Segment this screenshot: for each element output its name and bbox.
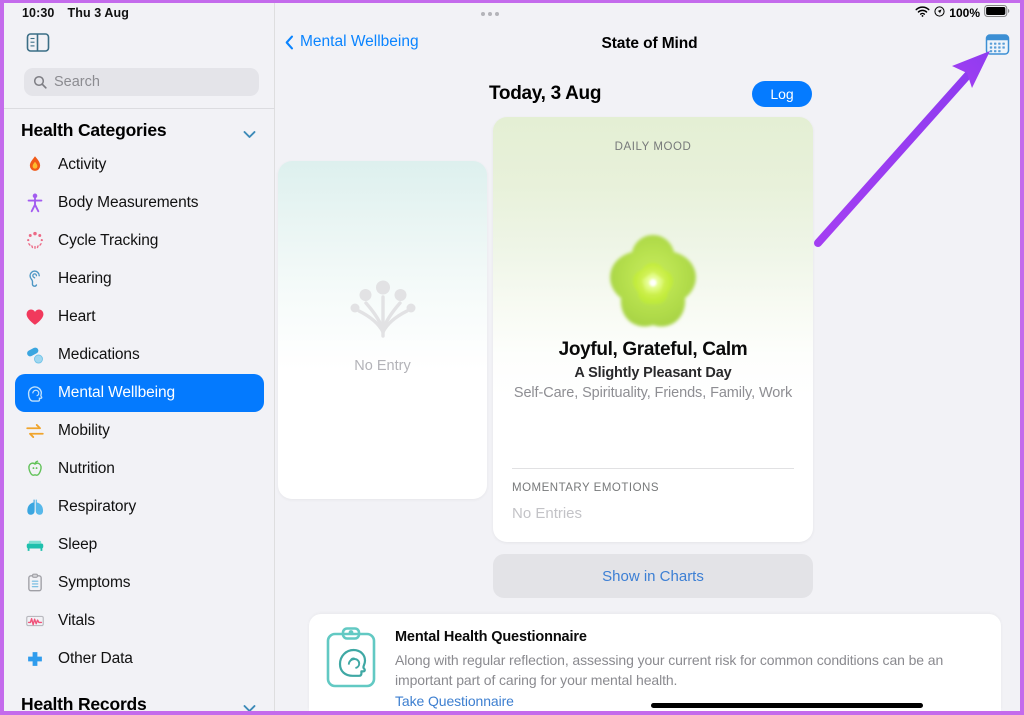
sidebar-item-label: Hearing (58, 270, 112, 287)
take-questionnaire-link[interactable]: Take Questionnaire (395, 693, 514, 709)
sidebar-item-label: Mobility (58, 422, 110, 439)
sidebar-item-label: Cycle Tracking (58, 232, 159, 249)
mood-title: Joyful, Grateful, Calm (558, 339, 748, 360)
bed-icon (22, 532, 48, 558)
sidebar-divider (4, 108, 275, 109)
sidebar-item-label: Other Data (58, 650, 133, 667)
momentary-emotions-value: No Entries (512, 505, 583, 522)
clipboard-icon (22, 570, 48, 596)
no-entry-card[interactable]: No Entry (278, 161, 487, 499)
navigation-bar: Mental Wellbeing State of Mind (275, 27, 1020, 65)
cycle-icon (22, 228, 48, 254)
card-divider (512, 468, 794, 469)
mood-flower-icon (600, 230, 706, 334)
sidebar-item-hearing[interactable]: Hearing (15, 260, 264, 298)
flame-icon (22, 152, 48, 178)
sidebar-nav-list: Activity Body Measurements Cycle Trackin… (4, 146, 275, 678)
cross-icon (22, 646, 48, 672)
section-label: Health Categories (21, 120, 167, 140)
flower-sprout-icon (347, 279, 419, 341)
ipad-screen: 10:30 Thu 3 Aug Search Health Categories… (0, 0, 1024, 715)
sidebar-item-label: Respiratory (58, 498, 137, 515)
sidebar-item-heart[interactable]: Heart (15, 298, 264, 336)
body-icon (22, 190, 48, 216)
sidebar-item-label: Symptoms (58, 574, 131, 591)
sidebar-item-label: Nutrition (58, 460, 115, 477)
location-arrow-icon (934, 5, 945, 20)
sidebar-item-mental-wellbeing[interactable]: Mental Wellbeing (15, 374, 264, 412)
pills-icon (22, 342, 48, 368)
mental-health-clipboard-icon (324, 626, 378, 688)
date-heading: Today, 3 Aug (489, 83, 602, 104)
momentary-emotions-label: MOMENTARY EMOTIONS (512, 482, 660, 494)
sidebar-item-mobility[interactable]: Mobility (15, 412, 264, 450)
sidebar-item-respiratory[interactable]: Respiratory (15, 488, 264, 526)
status-bar-right: 100% (915, 5, 1010, 20)
sidebar-item-activity[interactable]: Activity (15, 146, 264, 184)
section-label: Health Records (21, 694, 147, 714)
sidebar-item-body-measurements[interactable]: Body Measurements (15, 184, 264, 222)
status-time: 10:30 (22, 6, 55, 20)
mood-tags: Self-Care, Spirituality, Friends, Family… (513, 385, 793, 401)
page-title: State of Mind (601, 35, 698, 52)
sidebar: 10:30 Thu 3 Aug Search Health Categories… (4, 3, 275, 711)
section-header-health-records[interactable]: Health Records (4, 691, 275, 714)
arrows-icon (22, 418, 48, 444)
no-entry-label: No Entry (354, 358, 411, 374)
sidebar-toggle-icon[interactable] (24, 31, 52, 54)
sidebar-item-label: Mental Wellbeing (58, 384, 176, 401)
sidebar-item-symptoms[interactable]: Symptoms (15, 564, 264, 602)
status-bar-left: 10:30 Thu 3 Aug (22, 6, 129, 20)
brain-head-icon (22, 380, 48, 406)
mental-health-questionnaire-card[interactable]: Mental Health Questionnaire Along with r… (309, 614, 1001, 711)
battery-percent: 100% (949, 5, 980, 20)
sidebar-item-label: Sleep (58, 536, 98, 553)
apple-icon (22, 456, 48, 482)
heart-icon (22, 304, 48, 330)
sidebar-item-other-data[interactable]: Other Data (15, 640, 264, 678)
chevron-down-icon[interactable] (242, 126, 257, 138)
sidebar-item-medications[interactable]: Medications (15, 336, 264, 374)
sidebar-item-vitals[interactable]: Vitals (15, 602, 264, 640)
status-date: Thu 3 Aug (67, 6, 130, 20)
mood-subtitle: A Slightly Pleasant Day (574, 365, 732, 381)
log-button[interactable]: Log (752, 81, 812, 107)
ear-icon (22, 266, 48, 292)
sidebar-item-label: Body Measurements (58, 194, 199, 211)
sidebar-item-label: Medications (58, 346, 140, 363)
sidebar-item-cycle-tracking[interactable]: Cycle Tracking (15, 222, 264, 260)
sidebar-item-label: Heart (58, 308, 96, 325)
search-placeholder: Search (54, 74, 100, 90)
chevron-down-icon[interactable] (242, 700, 257, 711)
sidebar-item-label: Activity (58, 156, 107, 173)
sidebar-item-sleep[interactable]: Sleep (15, 526, 264, 564)
home-indicator (651, 703, 923, 708)
wifi-icon (915, 5, 930, 20)
sidebar-item-nutrition[interactable]: Nutrition (15, 450, 264, 488)
daily-mood-card[interactable]: DAILY MOOD Joyful, Grateful, Calm A Slig… (493, 117, 813, 542)
daily-mood-label: DAILY MOOD (614, 141, 692, 153)
main-content: 100% Mental Wellbeing State of Mind Toda… (275, 3, 1020, 711)
multitask-handle[interactable] (481, 12, 499, 16)
battery-full-icon (984, 5, 1010, 20)
search-icon (33, 75, 47, 89)
section-header-health-categories[interactable]: Health Categories (4, 117, 275, 144)
calendar-icon[interactable] (985, 32, 1010, 57)
waveform-icon (22, 608, 48, 634)
show-in-charts-button[interactable]: Show in Charts (493, 554, 813, 598)
questionnaire-description: Along with regular reflection, assessing… (395, 652, 944, 688)
questionnaire-title: Mental Health Questionnaire (395, 629, 587, 645)
search-input[interactable]: Search (24, 68, 259, 96)
sidebar-item-label: Vitals (58, 612, 96, 629)
lungs-icon (22, 494, 48, 520)
